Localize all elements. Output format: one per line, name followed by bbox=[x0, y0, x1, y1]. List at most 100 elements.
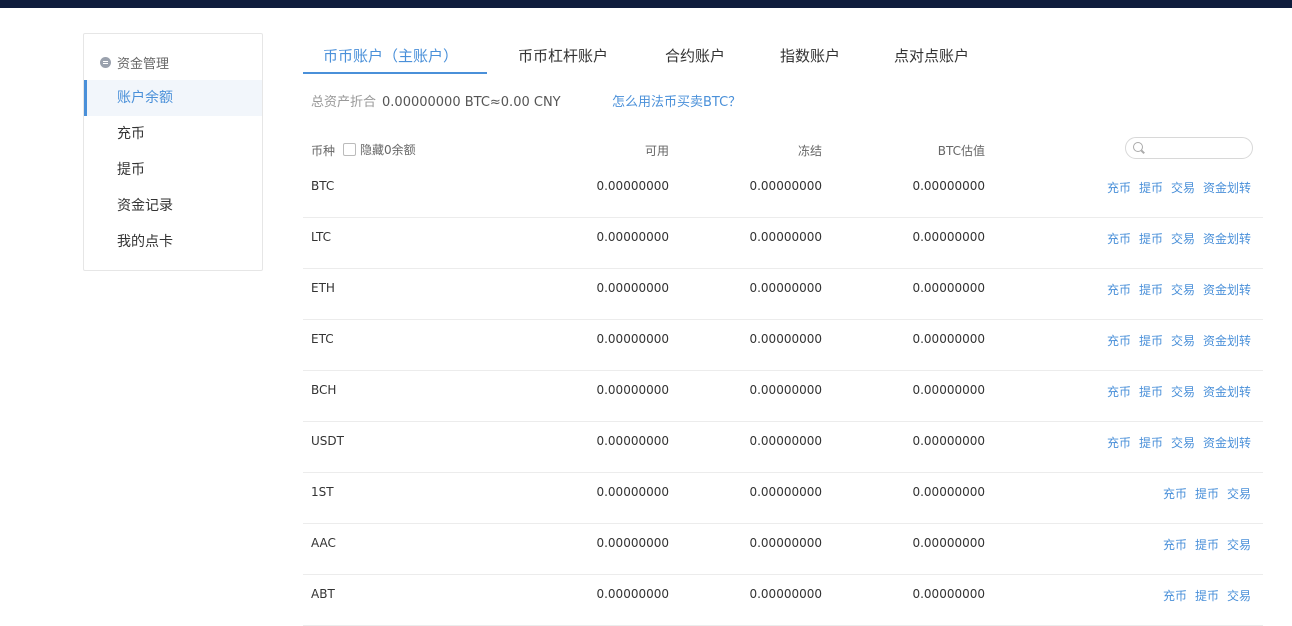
sidebar-item-records[interactable]: 资金记录 bbox=[84, 188, 262, 224]
available-amount: 0.00000000 bbox=[596, 332, 669, 346]
hide-zero-label: 隐藏0余额 bbox=[360, 141, 416, 158]
frozen-amount: 0.00000000 bbox=[749, 332, 822, 346]
header-btc-value: BTC估值 bbox=[938, 142, 985, 159]
deposit-link[interactable]: 充币 bbox=[1163, 538, 1187, 552]
btc-value: 0.00000000 bbox=[912, 383, 985, 397]
withdraw-link[interactable]: 提币 bbox=[1139, 283, 1163, 297]
sidebar: 资金管理 账户余额 充币 提币 资金记录 我的点卡 bbox=[83, 33, 263, 271]
deposit-link[interactable]: 充币 bbox=[1107, 436, 1131, 450]
withdraw-link[interactable]: 提币 bbox=[1195, 487, 1219, 501]
table-row: AAC0.000000000.000000000.00000000充币提币交易 bbox=[303, 523, 1263, 575]
tab-index-account[interactable]: 指数账户 bbox=[780, 40, 840, 74]
total-assets-label: 总资产折合 bbox=[311, 95, 376, 110]
available-amount: 0.00000000 bbox=[596, 383, 669, 397]
sidebar-item-withdraw[interactable]: 提币 bbox=[84, 152, 262, 188]
coin-name: LTC bbox=[311, 230, 331, 244]
trade-link[interactable]: 交易 bbox=[1171, 181, 1195, 195]
transfer-link[interactable]: 资金划转 bbox=[1203, 334, 1251, 348]
coin-name: AAC bbox=[311, 536, 336, 550]
deposit-link[interactable]: 充币 bbox=[1163, 589, 1187, 603]
trade-link[interactable]: 交易 bbox=[1227, 589, 1251, 603]
available-amount: 0.00000000 bbox=[596, 587, 669, 601]
list-icon bbox=[100, 57, 111, 68]
frozen-amount: 0.00000000 bbox=[749, 230, 822, 244]
frozen-amount: 0.00000000 bbox=[749, 179, 822, 193]
deposit-link[interactable]: 充币 bbox=[1107, 283, 1131, 297]
withdraw-link[interactable]: 提币 bbox=[1139, 436, 1163, 450]
sidebar-item-balance[interactable]: 账户余额 bbox=[84, 80, 262, 116]
coin-search[interactable] bbox=[1125, 137, 1253, 159]
frozen-amount: 0.00000000 bbox=[749, 281, 822, 295]
frozen-amount: 0.00000000 bbox=[749, 383, 822, 397]
help-link[interactable]: 怎么用法币买卖BTC？ bbox=[612, 91, 741, 110]
table-row: USDT0.000000000.000000000.00000000充币提币交易… bbox=[303, 421, 1263, 473]
hide-zero-toggle[interactable]: 隐藏0余额 bbox=[343, 141, 416, 158]
deposit-link[interactable]: 充币 bbox=[1107, 385, 1131, 399]
btc-value: 0.00000000 bbox=[912, 332, 985, 346]
transfer-link[interactable]: 资金划转 bbox=[1203, 283, 1251, 297]
withdraw-link[interactable]: 提币 bbox=[1139, 232, 1163, 246]
available-amount: 0.00000000 bbox=[596, 434, 669, 448]
trade-link[interactable]: 交易 bbox=[1171, 436, 1195, 450]
search-icon bbox=[1133, 142, 1143, 152]
trade-link[interactable]: 交易 bbox=[1171, 334, 1195, 348]
withdraw-link[interactable]: 提币 bbox=[1195, 589, 1219, 603]
row-actions: 充币提币交易 bbox=[1155, 536, 1251, 553]
frozen-amount: 0.00000000 bbox=[749, 485, 822, 499]
tab-futures-account[interactable]: 合约账户 bbox=[665, 40, 725, 74]
withdraw-link[interactable]: 提币 bbox=[1139, 334, 1163, 348]
coin-name: ABT bbox=[311, 587, 335, 601]
withdraw-link[interactable]: 提币 bbox=[1139, 181, 1163, 195]
available-amount: 0.00000000 bbox=[596, 230, 669, 244]
hide-zero-checkbox[interactable] bbox=[343, 143, 356, 156]
coin-name: 1ST bbox=[311, 485, 334, 499]
tab-p2p-account[interactable]: 点对点账户 bbox=[894, 40, 969, 74]
top-bar bbox=[0, 0, 1292, 8]
transfer-link[interactable]: 资金划转 bbox=[1203, 181, 1251, 195]
active-tab-underline bbox=[303, 72, 487, 74]
table-row: LTC 0.00000000 0.00000000 0.00000000 充币提币交易资… bbox=[303, 217, 1263, 269]
deposit-link[interactable]: 充币 bbox=[1107, 181, 1131, 195]
btc-value: 0.00000000 bbox=[912, 281, 985, 295]
transfer-link[interactable]: 资金划转 bbox=[1203, 436, 1251, 450]
btc-value: 0.00000000 bbox=[912, 485, 985, 499]
search-input[interactable] bbox=[1146, 140, 1250, 158]
table-row: ETH 0.00000000 0.00000000 0.00000000 充币提币交易资… bbox=[303, 268, 1263, 320]
total-assets-value: 0.00000000 BTC≈0.00 CNY bbox=[382, 95, 561, 110]
transfer-link[interactable]: 资金划转 bbox=[1203, 385, 1251, 399]
frozen-amount: 0.00000000 bbox=[749, 536, 822, 550]
sidebar-header-label: 资金管理 bbox=[117, 53, 169, 72]
tab-main-account[interactable]: 币币账户（主账户） bbox=[323, 40, 458, 74]
transfer-link[interactable]: 资金划转 bbox=[1203, 232, 1251, 246]
withdraw-link[interactable]: 提币 bbox=[1195, 538, 1219, 552]
tab-margin-account[interactable]: 币币杠杆账户 bbox=[518, 40, 608, 74]
row-actions: 充币提币交易资金划转 bbox=[1099, 332, 1251, 349]
row-actions: 充币提币交易资金划转 bbox=[1099, 434, 1251, 451]
trade-link[interactable]: 交易 bbox=[1227, 538, 1251, 552]
header-coin: 币种 bbox=[311, 142, 335, 159]
sidebar-item-point-card[interactable]: 我的点卡 bbox=[84, 224, 262, 260]
row-actions: 充币提币交易 bbox=[1155, 587, 1251, 604]
trade-link[interactable]: 交易 bbox=[1171, 385, 1195, 399]
table-row: BCH 0.00000000 0.00000000 0.00000000 充币提币交易资… bbox=[303, 370, 1263, 422]
btc-value: 0.00000000 bbox=[912, 587, 985, 601]
header-frozen: 冻结 bbox=[798, 142, 822, 159]
coin-name: BCH bbox=[311, 383, 336, 397]
withdraw-link[interactable]: 提币 bbox=[1139, 385, 1163, 399]
sidebar-item-deposit[interactable]: 充币 bbox=[84, 116, 262, 152]
row-actions: 充币提币交易资金划转 bbox=[1099, 281, 1251, 298]
deposit-link[interactable]: 充币 bbox=[1107, 334, 1131, 348]
table-row: ABT0.000000000.000000000.00000000充币提币交易 bbox=[303, 574, 1263, 626]
trade-link[interactable]: 交易 bbox=[1227, 487, 1251, 501]
coin-name: BTC bbox=[311, 179, 334, 193]
trade-link[interactable]: 交易 bbox=[1171, 232, 1195, 246]
available-amount: 0.00000000 bbox=[596, 281, 669, 295]
btc-value: 0.00000000 bbox=[912, 434, 985, 448]
account-tabs: 币币账户（主账户） 币币杠杆账户 合约账户 指数账户 点对点账户 bbox=[303, 40, 1263, 74]
btc-value: 0.00000000 bbox=[912, 230, 985, 244]
coin-name: ETH bbox=[311, 281, 335, 295]
trade-link[interactable]: 交易 bbox=[1171, 283, 1195, 297]
deposit-link[interactable]: 充币 bbox=[1163, 487, 1187, 501]
deposit-link[interactable]: 充币 bbox=[1107, 232, 1131, 246]
available-amount: 0.00000000 bbox=[596, 485, 669, 499]
